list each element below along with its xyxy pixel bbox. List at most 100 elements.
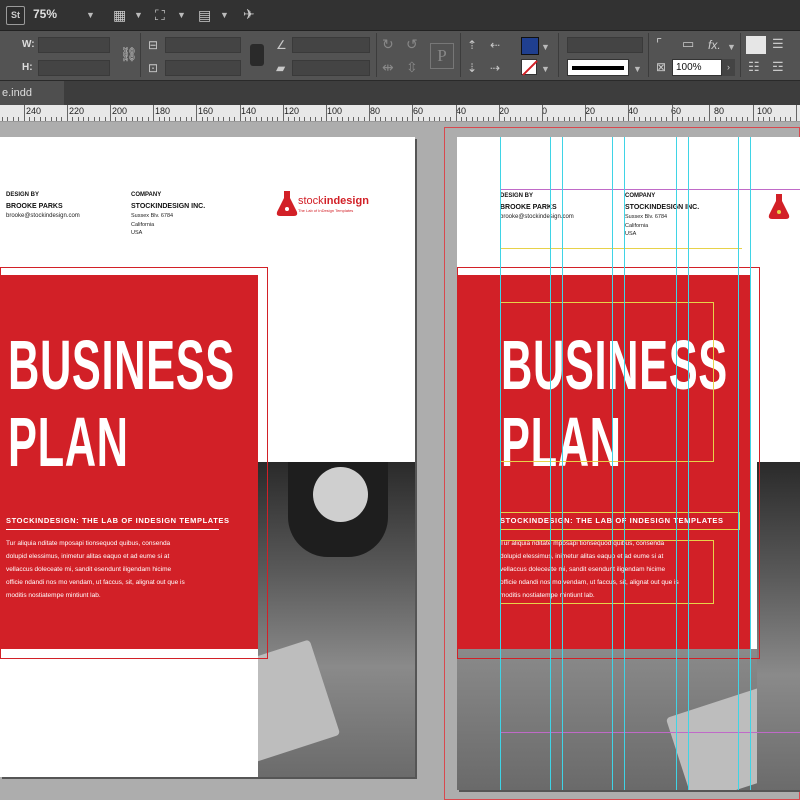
ruler-tick xyxy=(790,117,791,121)
ruler-tick xyxy=(758,117,759,121)
ruler-tick xyxy=(488,117,489,121)
effects-icon[interactable]: fx. xyxy=(708,38,721,52)
ruler-tick xyxy=(267,117,268,121)
arrange-documents-chevron-icon[interactable]: ▼ xyxy=(220,10,229,20)
ruler-tick xyxy=(466,117,467,121)
laptop-photo[interactable] xyxy=(258,462,415,777)
stroke-dropdown-chevron-icon[interactable]: ▼ xyxy=(541,64,550,74)
laptop-photo-right[interactable] xyxy=(757,462,800,790)
company-address-line3: USA xyxy=(625,231,637,237)
ruler-tick xyxy=(45,117,46,121)
effects-chevron-icon[interactable]: ▼ xyxy=(727,42,736,52)
rotate-ccw-icon[interactable]: ↺ xyxy=(406,37,418,51)
ruler-tick xyxy=(412,105,413,121)
ruler-tick xyxy=(715,117,716,121)
ruler-tick xyxy=(380,117,381,121)
column-guide xyxy=(738,137,739,790)
text-wrap-jump-icon[interactable]: ☲ xyxy=(772,60,784,74)
ruler-label: 60 xyxy=(413,106,424,116)
ruler-tick xyxy=(472,117,473,121)
margin-guide-bottom xyxy=(500,732,800,733)
ruler-tick xyxy=(547,117,548,121)
rotate-cw-icon[interactable]: ↻ xyxy=(382,37,394,51)
stock-logo-icon[interactable]: St xyxy=(6,6,25,25)
ruler-tick xyxy=(553,117,554,121)
ruler-tick xyxy=(51,117,52,121)
scale-x-field[interactable] xyxy=(165,37,241,53)
ruler-tick xyxy=(672,105,673,121)
view-options-icon[interactable]: ▦ xyxy=(113,8,126,22)
opacity-field[interactable]: 100% xyxy=(672,59,722,76)
width-field[interactable] xyxy=(38,37,110,53)
flip-vertical-icon[interactable]: ⇳ xyxy=(406,60,418,74)
ruler-tick xyxy=(537,117,538,121)
zoom-level[interactable]: 75% xyxy=(33,7,57,21)
view-options-chevron-icon[interactable]: ▼ xyxy=(134,10,143,20)
company-address-line2: California xyxy=(625,223,649,229)
subtitle-underline xyxy=(6,529,219,530)
ruler-tick xyxy=(720,117,721,121)
shear-field[interactable] xyxy=(292,60,370,76)
column-guide xyxy=(676,137,677,790)
subtitle: STOCKINDESIGN: THE LAB OF INDESIGN TEMPL… xyxy=(6,516,230,525)
flask-logo-icon xyxy=(276,191,298,216)
flip-horizontal-icon[interactable]: ⇹ xyxy=(382,60,394,74)
ruler-label: 20 xyxy=(585,106,596,116)
rotation-field[interactable] xyxy=(292,37,370,53)
flask-logo-icon xyxy=(768,194,790,219)
ruler-tick xyxy=(369,105,370,121)
height-field[interactable] xyxy=(38,60,110,76)
designer-email: brooke@stockindesign.com xyxy=(6,213,80,219)
stroke-type-chevron-icon[interactable]: ▼ xyxy=(633,64,642,74)
horizontal-ruler[interactable]: 240 220 200 180 160 140 120 100 80 60 40 20 0 20 40 60 8… xyxy=(0,105,800,122)
ruler-tick xyxy=(769,117,770,121)
document-tab[interactable]: e.indd xyxy=(0,81,64,105)
ruler-tick xyxy=(639,117,640,121)
company-name: STOCKINDESIGN INC. xyxy=(131,203,206,210)
ruler-label: 80 xyxy=(370,106,381,116)
select-next-icon[interactable]: ⇢ xyxy=(490,61,500,75)
zoom-dropdown-chevron-icon[interactable]: ▼ xyxy=(86,10,95,20)
select-container-icon[interactable]: ⇡ xyxy=(467,38,477,52)
opacity-arrow-icon[interactable]: › xyxy=(722,59,735,76)
fill-dropdown-chevron-icon[interactable]: ▼ xyxy=(541,42,550,52)
right-page[interactable]: DESIGN BY BROOKE PARKS brooke@stockindes… xyxy=(457,137,800,790)
ruler-tick xyxy=(132,117,133,121)
stroke-weight-field[interactable] xyxy=(567,37,643,53)
reference-point-icon[interactable]: P xyxy=(430,43,454,69)
company-address-line1: Sussex Blv. 6784 xyxy=(625,214,668,220)
ruler-tick xyxy=(510,117,511,121)
ruler-tick xyxy=(18,117,19,121)
ruler-tick xyxy=(304,117,305,121)
text-wrap-none-icon[interactable] xyxy=(746,36,766,54)
pasteboard[interactable]: DESIGN BY BROOKE PARKS brooke@stockindes… xyxy=(0,122,800,800)
corner-options-icon[interactable]: ⌜ xyxy=(656,37,662,51)
stroke-swatch[interactable] xyxy=(521,59,538,76)
stroke-type-field[interactable] xyxy=(567,59,629,76)
ruler-tick xyxy=(121,117,122,121)
title-line-plan: PLAN xyxy=(8,403,129,481)
ruler-tick xyxy=(358,117,359,121)
select-content-icon[interactable]: ⇣ xyxy=(467,61,477,75)
ruler-tick xyxy=(277,117,278,121)
ruler-tick xyxy=(585,105,586,121)
body-line-4: officie ndandi nos mo vendam, ut faccus,… xyxy=(6,579,185,586)
text-wrap-shape-icon[interactable]: ☷ xyxy=(748,60,760,74)
ruler-tick xyxy=(396,117,397,121)
arrange-documents-icon[interactable]: ▤ xyxy=(198,8,211,22)
text-wrap-bbox-icon[interactable]: ☰ xyxy=(772,37,784,51)
body-line-5: moditis nostiatempe mintiunt lab. xyxy=(6,592,101,599)
constrain-proportions-icon[interactable]: ⛓ xyxy=(120,47,138,61)
gpu-performance-icon[interactable]: ✈ xyxy=(243,7,255,21)
left-page[interactable]: DESIGN BY BROOKE PARKS brooke@stockindes… xyxy=(0,137,415,777)
scale-y-field[interactable] xyxy=(165,60,241,76)
ruler-tick xyxy=(682,117,683,121)
fill-swatch[interactable] xyxy=(521,37,539,55)
select-previous-icon[interactable]: ⇠ xyxy=(490,38,500,52)
ruler-tick xyxy=(429,117,430,121)
screen-mode-icon[interactable]: ⛶ xyxy=(155,8,165,22)
constrain-scale-icon[interactable] xyxy=(250,44,264,66)
screen-mode-chevron-icon[interactable]: ▼ xyxy=(177,10,186,20)
ruler-tick xyxy=(780,117,781,121)
frame-fitting-icon[interactable]: ▭ xyxy=(682,37,694,51)
